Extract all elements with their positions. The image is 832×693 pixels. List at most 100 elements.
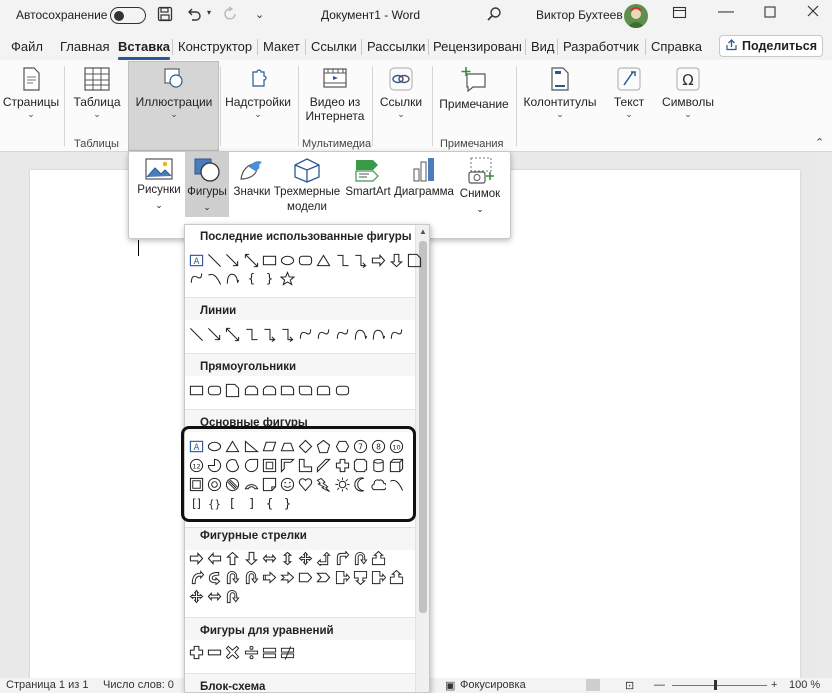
rsd2-shape-icon[interactable] [298, 383, 313, 398]
lr-shape-icon[interactable] [207, 589, 222, 604]
cd-shape-icon[interactable] [353, 570, 368, 585]
div-shape-icon[interactable] [244, 645, 259, 660]
maximize-icon[interactable] [763, 5, 777, 23]
da-shape-icon[interactable] [225, 327, 240, 342]
symbols-button[interactable]: Ω Символы ⌄ [658, 66, 718, 119]
rr-shape-icon[interactable] [298, 253, 313, 268]
rtop-shape-icon[interactable] [316, 383, 331, 398]
pages-button[interactable]: Страницы ⌄ [2, 66, 60, 119]
da-shape-icon[interactable] [244, 253, 259, 268]
ba-shape-icon[interactable] [335, 551, 350, 566]
snip-shape-icon[interactable] [407, 253, 422, 268]
cu-shape-icon[interactable] [389, 570, 404, 585]
lb-shape-icon[interactable] [316, 551, 332, 566]
user-name[interactable]: Виктор Бухтеев [536, 8, 623, 22]
undo-dropdown-icon[interactable]: ▾ [207, 8, 211, 17]
ut-shape-icon[interactable] [225, 589, 240, 604]
smartart-button[interactable]: SmartArt [342, 157, 394, 200]
zoom-out-icon[interactable]: — [654, 679, 665, 691]
ov-shape-icon[interactable] [280, 253, 295, 268]
blk-shape-icon[interactable] [207, 271, 222, 286]
eq-shape-icon[interactable] [262, 645, 277, 660]
ln-shape-icon[interactable] [189, 327, 204, 342]
cv-shape-icon[interactable] [335, 327, 350, 342]
ut-shape-icon[interactable] [225, 570, 240, 585]
cv-shape-icon[interactable] [189, 271, 204, 286]
fr-shape-icon[interactable] [371, 327, 386, 342]
zoom-slider[interactable] [672, 685, 767, 686]
ar-shape-icon[interactable] [225, 253, 240, 268]
3d-models-button[interactable]: Трехмерные модели [272, 157, 342, 215]
ch-shape-icon[interactable] [316, 570, 331, 585]
addins-button[interactable]: Надстройки ⌄ [222, 66, 294, 119]
search-icon[interactable] [486, 6, 502, 26]
focus-mode[interactable]: Фокусировка [460, 679, 526, 691]
zoom-in-icon[interactable]: + [771, 679, 777, 691]
dA-shape-icon[interactable] [244, 551, 259, 566]
collapse-ribbon-icon[interactable]: ⌃ [815, 136, 824, 149]
tab-developer[interactable]: Разработчик [563, 39, 639, 54]
qa-shape-icon[interactable] [298, 551, 313, 566]
el-shape-icon[interactable] [335, 253, 350, 268]
uA-shape-icon[interactable] [225, 551, 240, 566]
star-shape-icon[interactable] [280, 271, 295, 286]
close-icon[interactable] [806, 4, 820, 22]
tab-help[interactable]: Справка [651, 39, 702, 54]
ln-shape-icon[interactable] [207, 253, 222, 268]
tab-review[interactable]: Рецензировани [433, 39, 521, 54]
online-video-button[interactable]: Видео из Интернета [302, 66, 368, 123]
rsd-shape-icon[interactable] [280, 383, 295, 398]
ea-shape-icon[interactable] [262, 327, 277, 342]
tab-insert[interactable]: Вставка [118, 39, 170, 60]
lr-shape-icon[interactable] [262, 551, 277, 566]
shapes-scrollbar[interactable]: ▲ [415, 225, 429, 692]
rA-shape-icon[interactable] [189, 551, 204, 566]
scroll-up-icon[interactable]: ▲ [419, 227, 427, 236]
screenshot-button[interactable]: Снимок ⌄ [456, 157, 504, 217]
snip2-shape-icon[interactable] [262, 383, 277, 398]
el-shape-icon[interactable] [244, 327, 259, 342]
customize-qat-icon[interactable]: ⌄ [255, 8, 264, 21]
ea-shape-icon[interactable] [353, 253, 368, 268]
lbr-shape-icon[interactable]: { [244, 271, 259, 286]
tab-home[interactable]: Главная [60, 39, 109, 54]
ribbon-display-icon[interactable] [672, 5, 687, 24]
rr-shape-icon[interactable] [207, 383, 222, 398]
text-button[interactable]: Текст ⌄ [606, 66, 652, 119]
ea-shape-icon[interactable] [280, 327, 295, 342]
snip-shape-icon[interactable] [225, 383, 240, 398]
tab-design[interactable]: Конструктор [178, 39, 252, 54]
links-button[interactable]: Ссылки ⌄ [376, 66, 426, 119]
nt-shape-icon[interactable] [280, 570, 295, 585]
tr-shape-icon[interactable] [316, 253, 331, 268]
page-count[interactable]: Страница 1 из 1 [6, 679, 88, 691]
cr-shape-icon[interactable] [189, 570, 204, 585]
rA-shape-icon[interactable] [371, 253, 386, 268]
co-shape-icon[interactable] [371, 570, 386, 585]
lA-shape-icon[interactable] [207, 551, 222, 566]
autosave-toggle[interactable] [110, 7, 146, 24]
shapes-button[interactable]: Фигуры ⌄ [186, 157, 228, 215]
cv-shape-icon[interactable] [316, 327, 331, 342]
plus-shape-icon[interactable] [189, 645, 204, 660]
ar-shape-icon[interactable] [207, 327, 222, 342]
pictures-button[interactable]: Рисунки ⌄ [134, 157, 184, 213]
avatar[interactable] [624, 4, 648, 28]
web-layout-icon[interactable]: ⊡ [625, 679, 634, 692]
share-button[interactable]: Поделиться [719, 35, 823, 57]
cv-shape-icon[interactable] [389, 327, 404, 342]
ne-shape-icon[interactable] [280, 645, 295, 660]
scroll-thumb[interactable] [419, 241, 427, 613]
tab-mailings[interactable]: Рассылки [367, 39, 425, 54]
st-shape-icon[interactable] [262, 570, 277, 585]
dA-shape-icon[interactable] [389, 253, 404, 268]
cu-shape-icon[interactable] [371, 551, 386, 566]
word-count[interactable]: Число слов: 0 [103, 679, 174, 691]
vertical-scrollbar[interactable] [818, 152, 832, 680]
pe-shape-icon[interactable] [298, 570, 313, 585]
table-button[interactable]: Таблица ⌄ [70, 66, 124, 119]
tab-layout[interactable]: Макет [263, 39, 300, 54]
comment-button[interactable]: Примечание [436, 66, 512, 111]
tab-view[interactable]: Вид [531, 39, 555, 54]
ut-shape-icon[interactable] [353, 551, 368, 566]
